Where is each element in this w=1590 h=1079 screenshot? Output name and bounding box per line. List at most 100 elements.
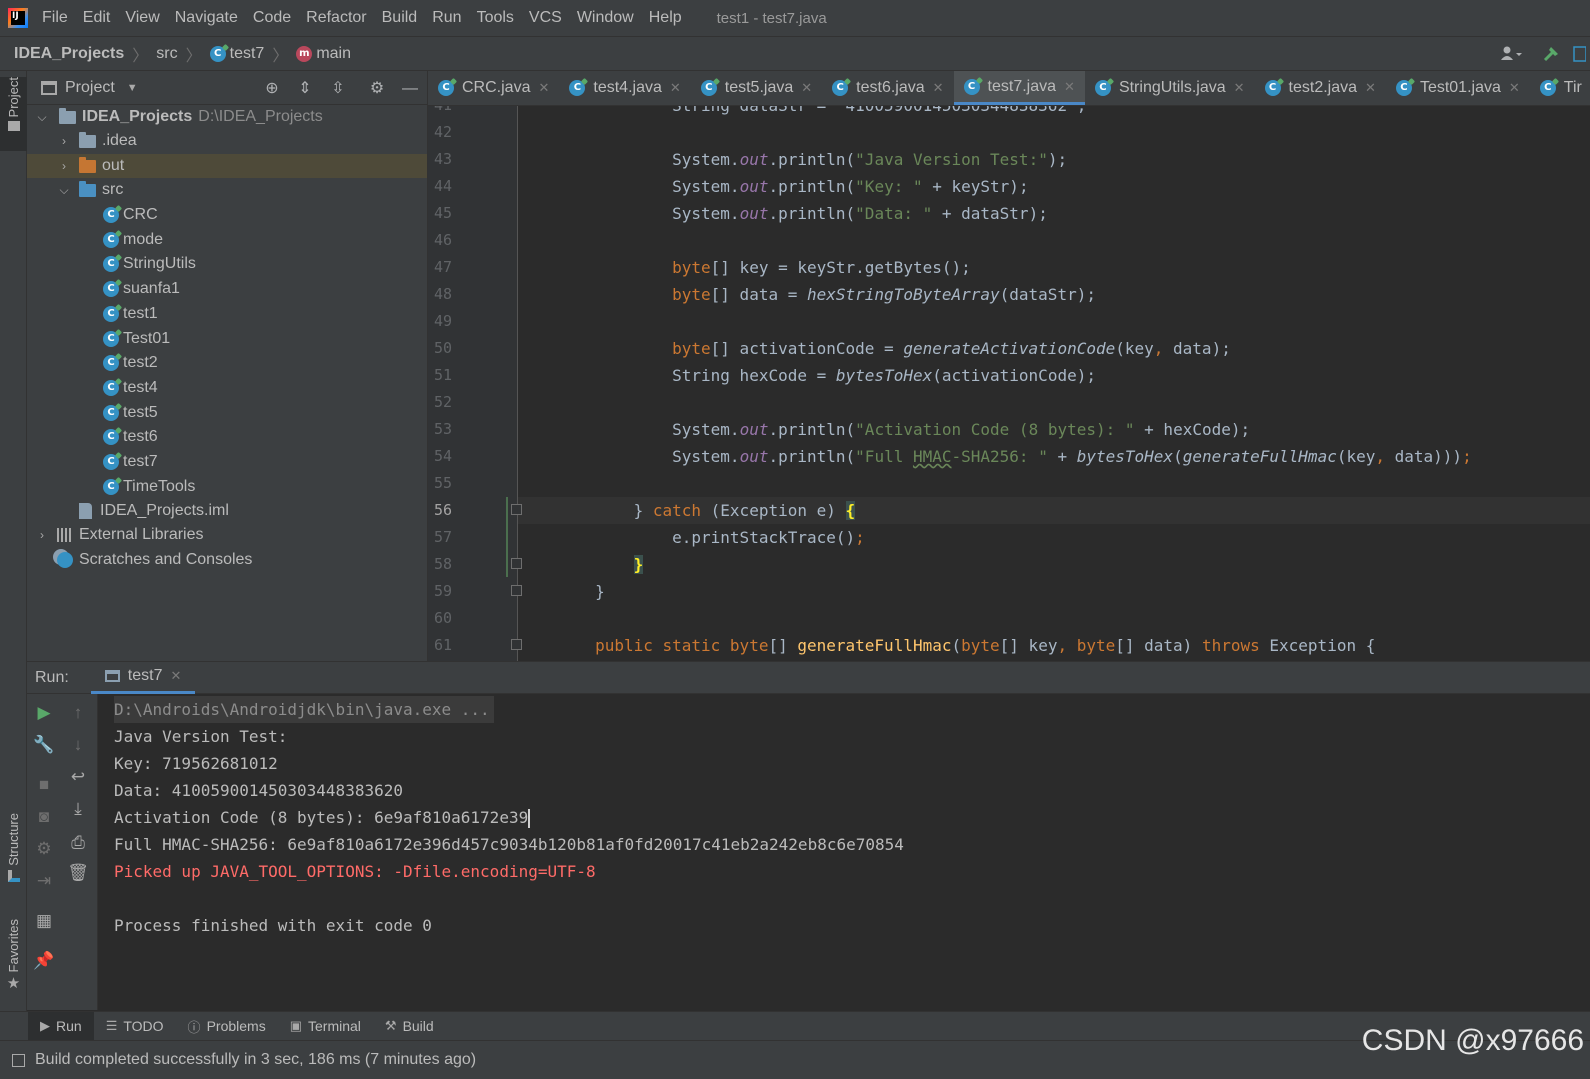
soft-wrap-icon[interactable]: ↩ (61, 764, 95, 790)
minimize-icon[interactable]: — (399, 78, 421, 100)
chevron-down-icon[interactable]: ▼ (127, 82, 138, 94)
layout-icon[interactable]: ▦ (27, 908, 61, 934)
bottom-tab-run[interactable]: ▶ Run (28, 1011, 94, 1041)
menu-run[interactable]: Run (432, 9, 461, 27)
editor-tab[interactable]: C Test01.java ✕ (1386, 71, 1530, 105)
tree-item-class[interactable]: C Test01 (27, 327, 427, 351)
tree-item-out[interactable]: › out (27, 154, 427, 178)
menu-window[interactable]: Window (577, 9, 634, 27)
collapse-all-icon[interactable]: ⇳ (327, 78, 349, 100)
fold-marker-icon[interactable] (511, 639, 522, 650)
tree-item-iml[interactable]: IDEA_Projects.iml (27, 499, 427, 523)
tree-item-class[interactable]: Ctest7 (27, 450, 427, 474)
project-tool-tab[interactable]: Project (0, 77, 27, 151)
tree-item-class[interactable]: Cmode (27, 228, 427, 252)
run-console[interactable]: D:\Androids\Androidjdk\bin\java.exe ... … (98, 694, 1590, 1010)
close-icon[interactable]: ✕ (801, 80, 812, 96)
menu-navigate[interactable]: Navigate (175, 9, 238, 27)
status-message[interactable]: Build completed successfully in 3 sec, 1… (35, 1051, 476, 1069)
menu-tools[interactable]: Tools (477, 9, 514, 27)
settings-icon[interactable]: ⚙ (27, 836, 61, 862)
chevron-right-icon[interactable]: › (35, 528, 49, 542)
tree-item-class[interactable]: C CRC (27, 203, 427, 227)
trash-icon[interactable]: 🗑 (61, 860, 95, 886)
bottom-tab-terminal[interactable]: ▣ Terminal (278, 1012, 373, 1041)
locate-target-icon[interactable]: ⊕ (261, 78, 283, 100)
breadcrumb-src[interactable]: src (156, 45, 177, 63)
project-panel-title[interactable]: Project (65, 79, 115, 97)
tree-item-class[interactable]: Ctest4 (27, 376, 427, 400)
expand-all-icon[interactable]: ⇕ (294, 78, 316, 100)
tree-item-class[interactable]: C TimeTools (27, 475, 427, 499)
menu-file[interactable]: File (42, 9, 68, 27)
close-icon[interactable]: ✕ (538, 80, 549, 96)
arrow-up-icon[interactable]: ↑ (61, 700, 95, 726)
tree-item-class[interactable]: Ctest6 (27, 425, 427, 449)
wrench-icon[interactable]: 🔧 (27, 732, 61, 758)
close-icon[interactable]: ✕ (1064, 79, 1075, 95)
scroll-to-end-icon[interactable]: ⤓ (61, 796, 95, 822)
code-editor[interactable]: 41 42 43 44 45 46 47 48 49 50 51 52 53 54 55 56 57 58 59 60… (428, 106, 1590, 661)
structure-tool-tab[interactable]: Structure (0, 813, 27, 882)
print-icon[interactable]: ⎙ (61, 830, 95, 856)
tree-item-external-libraries[interactable]: › External Libraries (27, 523, 427, 547)
status-panel-icon[interactable] (12, 1053, 25, 1067)
user-icon[interactable] (1490, 37, 1534, 71)
menu-view[interactable]: View (125, 9, 159, 27)
tree-item-scratches[interactable]: Scratches and Consoles (27, 548, 427, 572)
tree-item-class[interactable]: C StringUtils (27, 252, 427, 276)
menu-refactor[interactable]: Refactor (306, 9, 366, 27)
menu-edit[interactable]: Edit (83, 9, 111, 27)
tree-item-class[interactable]: Ctest1 (27, 302, 427, 326)
fold-marker-icon[interactable] (511, 558, 522, 569)
login-icon[interactable]: ⇥ (27, 868, 61, 894)
editor-tab[interactable]: Ctest2.java ✕ (1255, 71, 1386, 105)
close-icon[interactable]: ✕ (1234, 80, 1245, 96)
pin-icon[interactable]: 📌 (27, 948, 61, 974)
menu-help[interactable]: Help (649, 9, 682, 27)
breadcrumb-method[interactable]: m main (296, 45, 351, 63)
editor-tab[interactable]: C Tir (1530, 71, 1590, 105)
fold-marker-icon[interactable] (511, 504, 522, 515)
editor-tab[interactable]: Ctest4.java ✕ (559, 71, 690, 105)
menu-vcs[interactable]: VCS (529, 9, 562, 27)
breadcrumb-class[interactable]: Ctest7 (209, 45, 264, 63)
favorites-tool-tab[interactable]: Favorites ★ (0, 919, 27, 992)
run-tab-test7[interactable]: test7 ✕ (90, 662, 196, 694)
project-structure-icon[interactable] (1568, 37, 1590, 71)
chevron-down-icon[interactable]: ⌵ (57, 183, 71, 198)
tree-item-class[interactable]: Ctest2 (27, 351, 427, 375)
build-hammer-icon[interactable] (1534, 37, 1568, 71)
bottom-tab-problems[interactable]: ⓘ Problems (176, 1012, 278, 1041)
bottom-tab-build[interactable]: ⚒ Build (373, 1012, 446, 1041)
tree-item-idea[interactable]: › .idea (27, 129, 427, 153)
tree-item-class[interactable]: Ctest5 (27, 401, 427, 425)
tree-root[interactable]: ⌵ IDEA_Projects D:\IDEA_Projects (27, 105, 427, 129)
close-icon[interactable]: ✕ (170, 668, 181, 684)
tree-item-src[interactable]: ⌵ src (27, 178, 427, 202)
camera-icon[interactable]: ◙ (27, 804, 61, 830)
menu-build[interactable]: Build (382, 9, 418, 27)
rerun-icon[interactable]: ▶ (27, 700, 61, 726)
close-icon[interactable]: ✕ (670, 80, 681, 96)
close-icon[interactable]: ✕ (933, 80, 944, 96)
breadcrumb-project[interactable]: IDEA_Projects (14, 45, 124, 63)
stop-icon[interactable]: ■ (27, 772, 61, 798)
editor-tab[interactable]: C CRC.java ✕ (428, 71, 559, 105)
menu-code[interactable]: Code (253, 9, 291, 27)
chevron-right-icon[interactable]: › (57, 159, 71, 173)
gear-icon[interactable]: ⚙ (366, 78, 388, 100)
tree-item-class[interactable]: Csuanfa1 (27, 277, 427, 301)
editor-tab[interactable]: Ctest7.java ✕ (953, 71, 1085, 105)
editor-tab[interactable]: C StringUtils.java ✕ (1085, 71, 1255, 105)
chevron-down-icon[interactable]: ⌵ (35, 110, 49, 125)
editor-tab[interactable]: Ctest6.java ✕ (822, 71, 953, 105)
arrow-down-icon[interactable]: ↓ (61, 732, 95, 758)
close-icon[interactable]: ✕ (1365, 80, 1376, 96)
editor-tab[interactable]: Ctest5.java ✕ (691, 71, 822, 105)
console-command-line[interactable]: D:\Androids\Androidjdk\bin\java.exe ... (114, 696, 494, 723)
fold-marker-icon[interactable] (511, 585, 522, 596)
chevron-right-icon[interactable]: › (57, 134, 71, 148)
close-icon[interactable]: ✕ (1509, 80, 1520, 96)
bottom-tab-todo[interactable]: ☰ TODO (94, 1012, 176, 1041)
